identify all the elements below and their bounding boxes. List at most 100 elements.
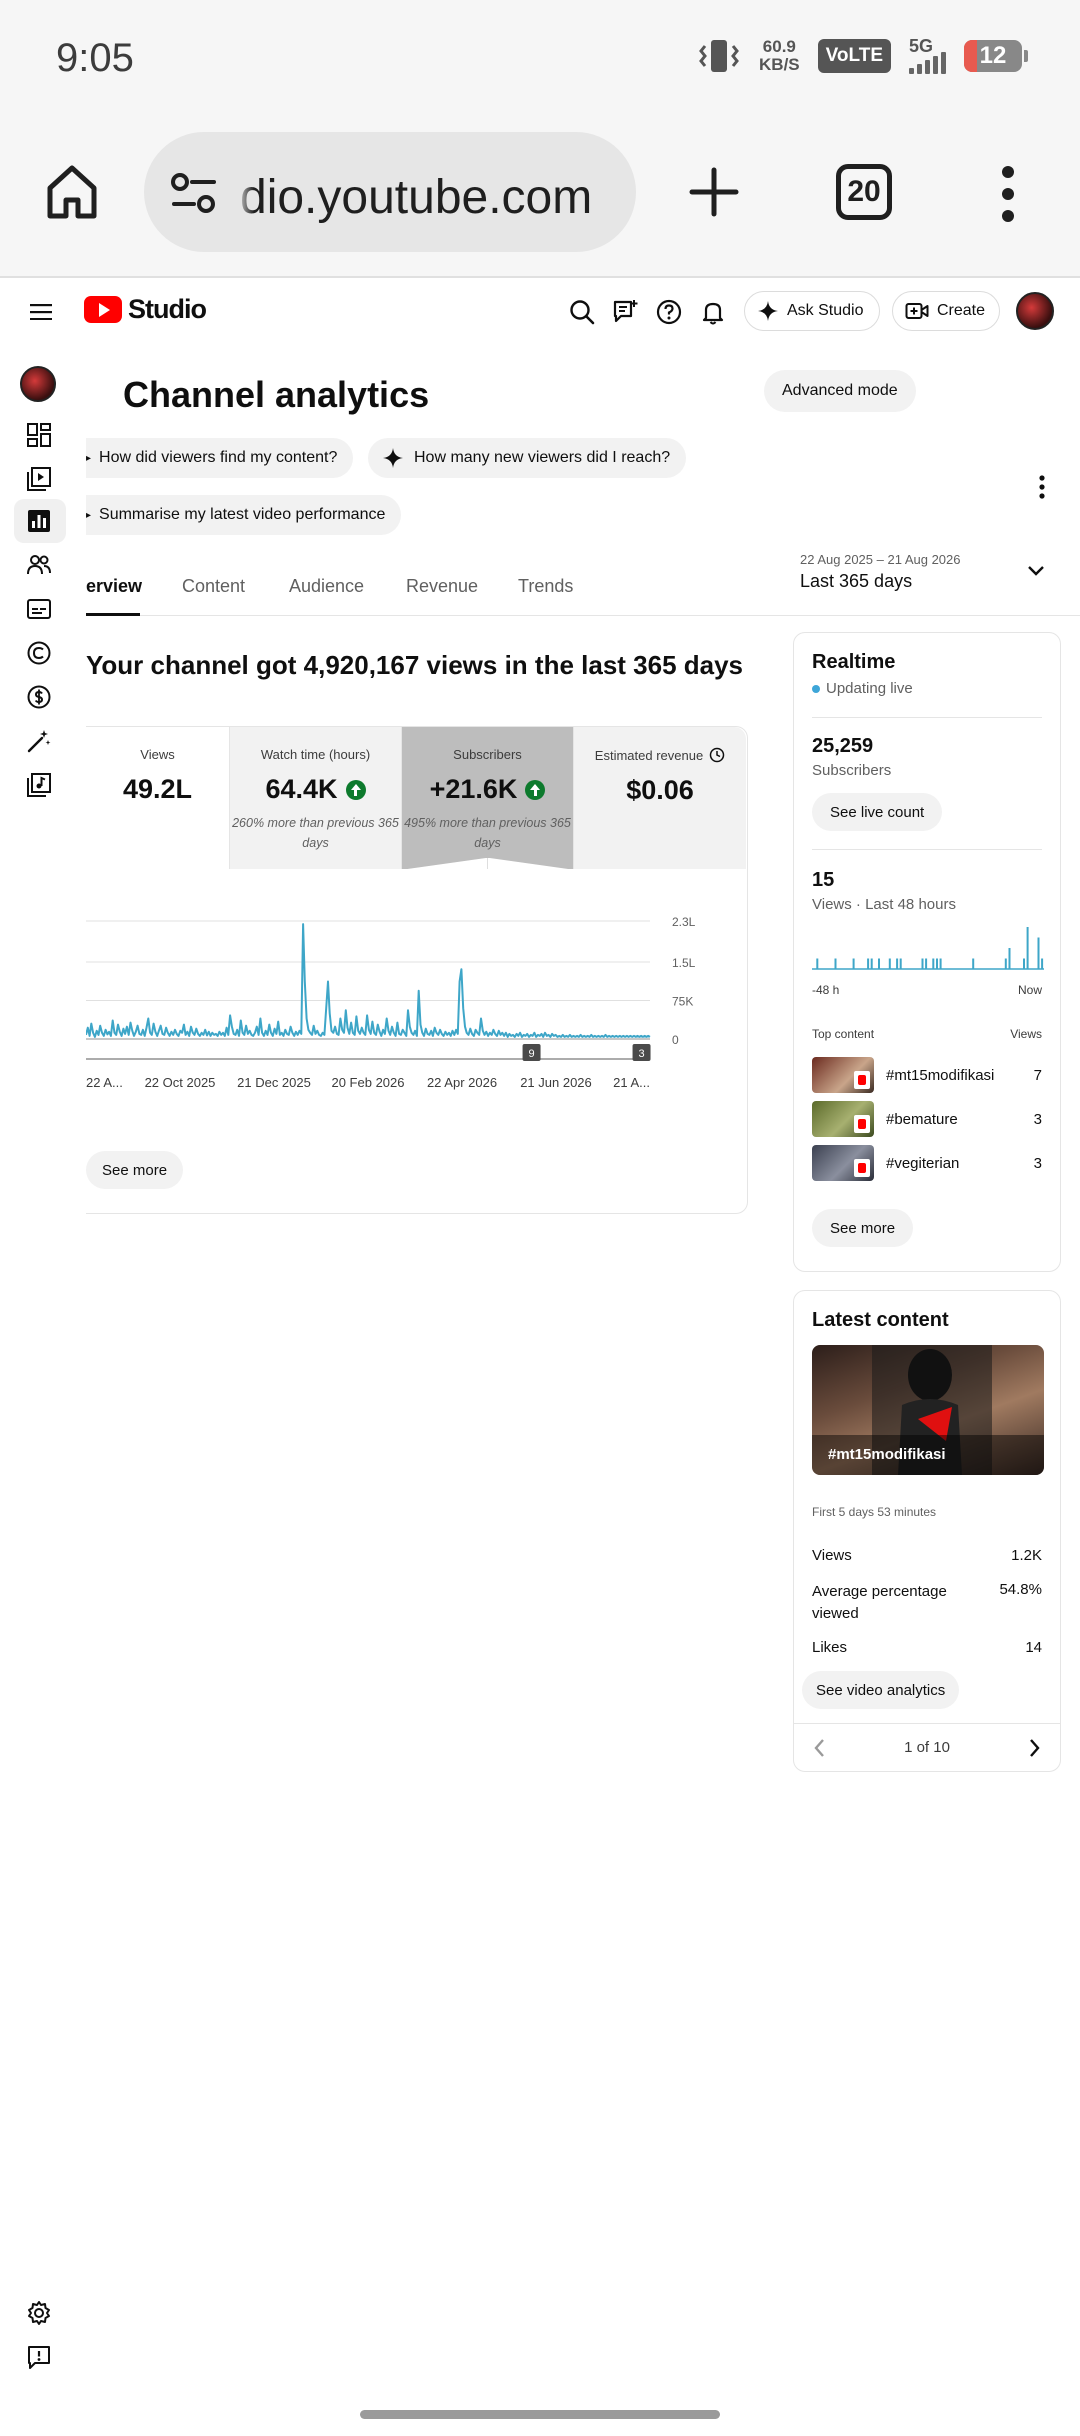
feedback-icon[interactable] <box>26 2344 52 2370</box>
new-tab-icon[interactable] <box>688 166 740 218</box>
customisation-icon[interactable] <box>26 728 52 754</box>
metric-views[interactable]: Views 49.2L <box>86 727 230 869</box>
tab-revenue[interactable]: Revenue <box>406 576 478 597</box>
metric-subscribers[interactable]: Subscribers +21.6K 495% more than previo… <box>402 727 574 870</box>
content-marker-label: 3 <box>638 1048 644 1060</box>
top-content-list: #mt15modifikasi 7 #bemature 3 #vegiteria… <box>812 1053 1042 1185</box>
realtime-bar <box>834 958 837 969</box>
date-range-label: Last 365 days <box>800 571 913 591</box>
list-item[interactable]: #mt15modifikasi 7 <box>812 1053 1042 1097</box>
status-time: 9:05 <box>56 36 134 80</box>
see-live-count-button[interactable]: See live count <box>812 793 943 831</box>
stat-row: Views 1.2K <box>812 1547 1042 1564</box>
date-range-picker[interactable]: 22 Aug 2025 – 21 Aug 2026 Last 365 days <box>800 552 961 592</box>
stat-row: Likes 14 <box>812 1639 1042 1656</box>
list-item[interactable]: #bemature 3 <box>812 1097 1042 1141</box>
views-line-chart: 0 75K 1.5L 2.3L 9 3 22 A... 22 Oct 2025 21 Dec 2… <box>86 915 696 1090</box>
address-bar[interactable]: dio.youtube.com <box>144 132 636 252</box>
latest-stats: Views 1.2K Average percentage viewed 54.8%… <box>812 1547 1042 1669</box>
home-icon[interactable] <box>44 162 100 222</box>
realtime-see-more-button[interactable]: See more <box>812 1209 914 1247</box>
left-nav-rail <box>0 342 80 2402</box>
metric-comparison: 260% more than previous 365 days <box>232 816 399 850</box>
y-tick-label: 75K <box>672 995 693 1009</box>
browser-toolbar: dio.youtube.com 20 <box>0 120 1080 278</box>
comments-icon[interactable] <box>611 298 639 326</box>
live-status: Updating live <box>812 680 913 697</box>
account-avatar[interactable] <box>1016 292 1054 330</box>
earn-icon[interactable] <box>26 684 52 710</box>
realtime-bar-chart <box>812 927 1044 970</box>
create-button[interactable]: Create <box>892 291 1001 331</box>
notifications-icon[interactable] <box>699 298 727 326</box>
signal-bars-icon <box>909 52 946 74</box>
realtime-bar <box>936 958 938 969</box>
url-text[interactable]: dio.youtube.com <box>240 170 592 225</box>
x-tick-label: 22 Oct 2025 <box>145 1075 216 1090</box>
see-more-button[interactable]: See more <box>86 1151 184 1189</box>
ask-studio-button[interactable]: Ask Studio <box>744 291 881 331</box>
status-icons: 60.9 KB/S VoLTE 5G 12 <box>697 37 1028 74</box>
latest-video-thumbnail[interactable]: #mt15modifikasi <box>812 1345 1044 1475</box>
tab-trends[interactable]: Trends <box>518 576 573 597</box>
menu-icon[interactable] <box>30 304 52 320</box>
realtime-bar <box>1023 958 1025 969</box>
metric-value: 49.2L <box>122 774 193 804</box>
list-item[interactable]: #vegiterian 3 <box>812 1141 1042 1185</box>
realtime-bar <box>972 958 975 969</box>
more-vert-icon[interactable] <box>1000 164 1016 224</box>
metric-value: +21.6K <box>402 774 573 805</box>
realtime-bar <box>899 958 902 969</box>
realtime-bar <box>921 958 924 969</box>
chevron-down-icon[interactable] <box>1026 564 1046 578</box>
prompt-chip-find-content[interactable]: ▸ How did viewers find my content? <box>86 438 354 478</box>
site-settings-icon[interactable] <box>170 172 218 216</box>
community-icon[interactable] <box>26 552 52 578</box>
prompt-chip-new-viewers[interactable]: How many new viewers did I reach? <box>368 438 687 478</box>
subtitles-icon[interactable] <box>26 596 52 622</box>
chevron-right-icon[interactable] <box>1028 1737 1042 1759</box>
analytics-icon[interactable] <box>26 508 52 534</box>
tab-switcher-button[interactable]: 20 <box>836 164 892 220</box>
realtime-bar <box>932 958 935 969</box>
x-tick-label: 21 A... <box>613 1075 650 1090</box>
sparkle-icon <box>758 301 778 321</box>
signal-indicator: 5G <box>909 37 946 74</box>
search-icon[interactable] <box>568 298 596 326</box>
battery-icon: 12 <box>964 40 1022 72</box>
copyright-icon[interactable] <box>26 640 52 666</box>
audio-library-icon[interactable] <box>26 772 52 798</box>
x-tick-label: 22 A... <box>86 1075 123 1090</box>
metric-revenue[interactable]: Estimated revenue $0.06 <box>574 727 746 869</box>
realtime-bar <box>1037 937 1040 969</box>
studio-logo[interactable]: Studio <box>84 294 207 325</box>
gesture-navigation-bar[interactable] <box>360 2410 720 2419</box>
realtime-bar <box>925 958 928 969</box>
realtime-bar <box>939 958 942 969</box>
channel-avatar[interactable] <box>20 366 56 402</box>
tab-audience[interactable]: Audience <box>289 576 364 597</box>
network-speed: 60.9 KB/S <box>759 37 800 74</box>
see-video-analytics-button[interactable]: See video analytics <box>802 1671 960 1709</box>
x-tick-label: 21 Dec 2025 <box>237 1075 311 1090</box>
settings-icon[interactable] <box>26 2300 52 2326</box>
overview-card: Views 49.2L Watch time (hours) 64.4K 260… <box>86 726 748 1214</box>
tab-overview[interactable]: erview <box>86 576 142 597</box>
y-tick-label: 2.3L <box>672 915 696 929</box>
metric-tabs: Views 49.2L Watch time (hours) 64.4K 260… <box>86 727 748 870</box>
shorts-icon <box>854 1071 870 1089</box>
dashboard-icon[interactable] <box>26 422 52 448</box>
content-marker-label: 9 <box>528 1048 534 1060</box>
latest-content-title: Latest content <box>812 1309 949 1331</box>
x-tick-label: 21 Jun 2026 <box>520 1075 592 1090</box>
prompt-chip-summarise[interactable]: ▸ Summarise my latest video performance <box>86 495 402 535</box>
advanced-mode-button[interactable]: Advanced mode <box>764 370 916 412</box>
more-options-icon[interactable] <box>1038 474 1046 500</box>
realtime-bar <box>878 958 880 969</box>
realtime-bar <box>852 958 855 969</box>
help-icon[interactable] <box>655 298 683 326</box>
content-icon[interactable] <box>26 466 52 492</box>
tab-content[interactable]: Content <box>182 576 245 597</box>
realtime-bar <box>1026 927 1029 969</box>
metric-watch-time[interactable]: Watch time (hours) 64.4K 260% more than … <box>230 727 402 869</box>
